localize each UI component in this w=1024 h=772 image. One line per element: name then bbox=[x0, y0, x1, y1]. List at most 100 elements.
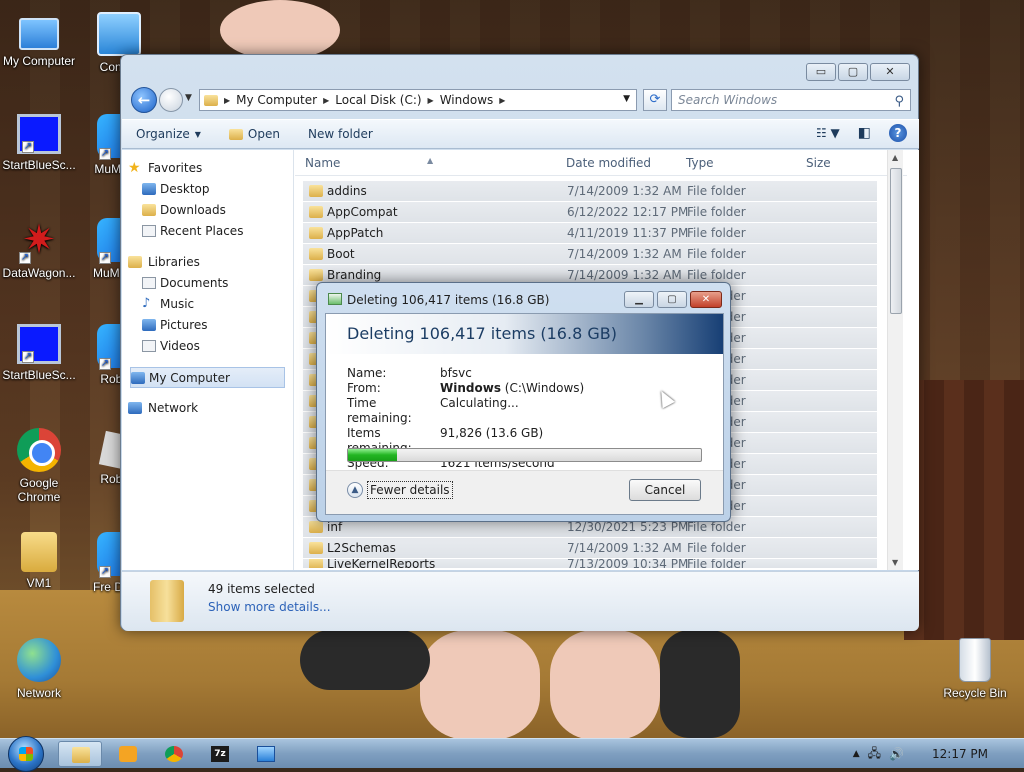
maximize-button[interactable]: ▢ bbox=[838, 63, 868, 81]
chrome-icon bbox=[17, 428, 61, 472]
chevron-right-icon[interactable]: ▶ bbox=[224, 96, 230, 105]
dialog-close-button[interactable]: ✕ bbox=[690, 291, 722, 308]
network-globe-icon bbox=[17, 638, 61, 682]
forward-button[interactable] bbox=[159, 88, 183, 112]
column-size[interactable]: Size bbox=[806, 156, 831, 170]
desktop-icon-network[interactable]: Network bbox=[0, 638, 78, 700]
nav-videos[interactable]: Videos bbox=[122, 336, 293, 357]
remote-desktop-icon bbox=[257, 746, 275, 762]
scroll-up-icon[interactable]: ▲ bbox=[892, 153, 898, 162]
navigation-pane: ★ Favorites Desktop Downloads Recent Plac… bbox=[122, 150, 294, 570]
command-bar: Organize ▼ Open New folder ☷ ▼ ◧ ? bbox=[122, 119, 919, 149]
time-remaining: Calculating... bbox=[440, 396, 519, 410]
table-row[interactable]: Boot 7/14/2009 1:32 AM File folder bbox=[303, 244, 877, 265]
cancel-button[interactable]: Cancel bbox=[629, 479, 701, 501]
nav-pictures[interactable]: Pictures bbox=[122, 315, 293, 336]
table-row[interactable]: addins 7/14/2009 1:32 AM File folder bbox=[303, 181, 877, 202]
column-name[interactable]: Name bbox=[305, 156, 340, 170]
folder-icon bbox=[309, 542, 323, 554]
open-button[interactable]: Open bbox=[215, 127, 294, 141]
taskbar-remote-app[interactable] bbox=[244, 741, 288, 767]
table-row[interactable]: AppPatch 4/11/2019 11:37 PM File folder bbox=[303, 223, 877, 244]
folder-icon bbox=[150, 580, 184, 622]
column-date-modified[interactable]: Date modified bbox=[566, 156, 651, 170]
desktop-icon-my-computer[interactable]: My Computer bbox=[0, 12, 78, 68]
address-bar[interactable]: ▶ My Computer ▶ Local Disk (C:) ▶ Window… bbox=[199, 89, 637, 111]
nav-my-computer[interactable]: My Computer bbox=[130, 367, 285, 388]
show-hidden-icons[interactable]: ▲ bbox=[853, 749, 860, 759]
chevron-up-icon: ▲ bbox=[347, 482, 363, 498]
nav-downloads[interactable]: Downloads bbox=[122, 200, 293, 221]
current-file-name: bfsvc bbox=[440, 366, 472, 380]
open-folder-icon bbox=[228, 128, 243, 140]
recycle-bin-icon bbox=[959, 638, 991, 682]
taskbar-media-player[interactable] bbox=[106, 741, 150, 767]
explorer-icon bbox=[72, 747, 90, 763]
nav-music[interactable]: ♪ Music bbox=[122, 294, 293, 315]
help-icon[interactable]: ? bbox=[889, 124, 907, 142]
breadcrumb-local-disk[interactable]: Local Disk (C:) bbox=[335, 93, 421, 107]
nav-desktop[interactable]: Desktop bbox=[122, 179, 293, 200]
preview-pane-icon[interactable]: ◧ bbox=[858, 125, 871, 141]
view-options-icon[interactable]: ☷ ▼ bbox=[816, 126, 840, 140]
clock[interactable]: 12:17 PM bbox=[932, 747, 988, 761]
chevron-right-icon[interactable]: ▶ bbox=[428, 96, 434, 105]
folder-icon bbox=[309, 521, 323, 533]
scrollbar-thumb[interactable] bbox=[890, 168, 902, 314]
recent-places-icon bbox=[142, 225, 156, 237]
desktop-icon-datawagon[interactable]: ✷ ↗ DataWagon... bbox=[0, 218, 78, 280]
shortcut-arrow-icon: ↗ bbox=[99, 566, 111, 578]
table-row[interactable]: AppCompat 6/12/2022 12:17 PM File folder bbox=[303, 202, 877, 223]
new-folder-button[interactable]: New folder bbox=[294, 127, 387, 141]
nav-libraries[interactable]: Libraries bbox=[122, 252, 293, 273]
scroll-down-icon[interactable]: ▼ bbox=[892, 558, 898, 567]
folder-icon bbox=[204, 94, 218, 106]
nav-favorites[interactable]: ★ Favorites bbox=[122, 158, 293, 179]
nav-network[interactable]: Network bbox=[122, 398, 293, 419]
start-button[interactable] bbox=[8, 736, 44, 772]
address-dropdown-icon[interactable]: ▼ bbox=[623, 94, 630, 104]
pictures-icon bbox=[142, 319, 156, 331]
table-row[interactable]: LiveKernelReports 7/13/2009 10:34 PM File … bbox=[303, 559, 877, 569]
column-type[interactable]: Type bbox=[686, 156, 714, 170]
fewer-details-toggle[interactable]: ▲ Fewer details bbox=[347, 481, 453, 499]
user-folder-icon bbox=[21, 532, 57, 572]
table-row[interactable]: L2Schemas 7/14/2009 1:32 AM File folder bbox=[303, 538, 877, 559]
desktop-wallpaper-panel bbox=[904, 380, 1024, 640]
desktop-icon-startbluescreen-2[interactable]: ↗ StartBlueSc... bbox=[0, 324, 78, 382]
volume-icon[interactable]: 🔊 bbox=[889, 747, 904, 761]
taskbar-explorer[interactable] bbox=[58, 741, 102, 767]
desktop-icon-google-chrome[interactable]: Google Chrome bbox=[0, 428, 78, 504]
desktop-icon-startbluescreen[interactable]: ↗ StartBlueSc... bbox=[0, 114, 78, 172]
dialog-maximize-button[interactable]: ▢ bbox=[657, 291, 687, 308]
recent-pages-dropdown[interactable]: ▼ bbox=[185, 93, 192, 103]
network-tray-icon[interactable]: 🖧 bbox=[868, 744, 881, 765]
minimize-button[interactable]: ▭ bbox=[806, 63, 836, 81]
chevron-right-icon[interactable]: ▶ bbox=[499, 96, 505, 105]
dialog-window-controls: ▁ ▢ ✕ bbox=[624, 291, 722, 308]
dialog-body: Deleting 106,417 items (16.8 GB) Name: bf… bbox=[325, 313, 724, 515]
refresh-button[interactable]: ⟳ bbox=[643, 89, 667, 111]
search-input[interactable]: Search Windows ⚲ bbox=[671, 89, 911, 111]
organize-menu[interactable]: Organize ▼ bbox=[122, 127, 215, 141]
7zip-icon: 7z bbox=[211, 746, 229, 762]
delete-progress-bar bbox=[347, 448, 702, 462]
nav-recent-places[interactable]: Recent Places bbox=[122, 221, 293, 242]
taskbar-7zip[interactable]: 7z bbox=[198, 741, 242, 767]
show-more-details-link[interactable]: Show more details... bbox=[208, 600, 331, 614]
desktop-icon-recycle-bin[interactable]: Recycle Bin bbox=[936, 638, 1014, 700]
bluescreen-app-icon: ↗ bbox=[17, 114, 61, 154]
dialog-minimize-button[interactable]: ▁ bbox=[624, 291, 654, 308]
star-icon: ★ bbox=[128, 160, 141, 176]
close-button[interactable]: ✕ bbox=[870, 63, 910, 81]
desktop-icon-vm1[interactable]: VM1 bbox=[0, 532, 78, 590]
search-icon: ⚲ bbox=[894, 94, 904, 109]
breadcrumb-my-computer[interactable]: My Computer bbox=[236, 93, 317, 107]
chevron-down-icon: ▼ bbox=[194, 129, 201, 139]
taskbar-chrome[interactable] bbox=[152, 741, 196, 767]
nav-documents[interactable]: Documents bbox=[122, 273, 293, 294]
breadcrumb-windows[interactable]: Windows bbox=[440, 93, 494, 107]
vertical-scrollbar[interactable]: ▲ ▼ bbox=[887, 150, 903, 570]
back-button[interactable]: ← bbox=[131, 87, 157, 113]
chevron-right-icon[interactable]: ▶ bbox=[323, 96, 329, 105]
